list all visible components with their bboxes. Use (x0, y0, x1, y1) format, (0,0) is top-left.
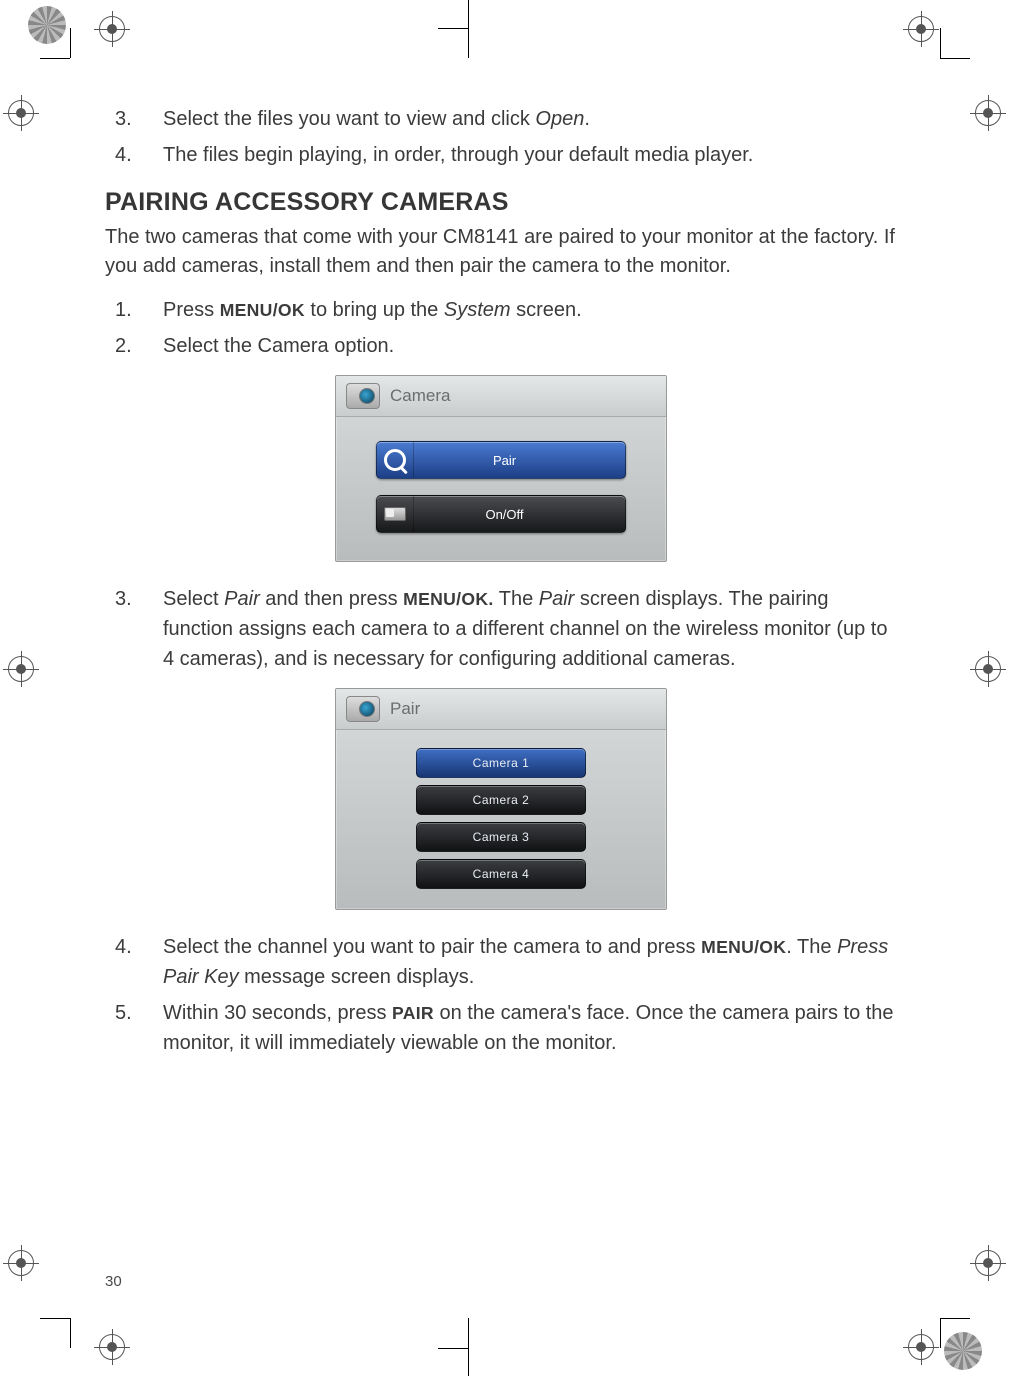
registration-mark-icon (908, 1334, 934, 1360)
screenshot-header: Camera (336, 376, 666, 417)
crop-mark (468, 1318, 469, 1376)
crop-mark (40, 58, 70, 59)
camera-list-item: Camera 4 (416, 859, 586, 889)
step-text: Select the channel you want to pair the … (163, 932, 897, 992)
step-number: 5. (105, 998, 163, 1058)
step-text: The files begin playing, in order, throu… (163, 140, 897, 170)
page-number: 30 (105, 1273, 122, 1290)
intro-paragraph: The two cameras that come with your CM81… (105, 223, 897, 281)
registration-mark-icon (8, 656, 34, 682)
step-text: Press MENU/OK to bring up the System scr… (163, 295, 897, 325)
crop-mark (70, 28, 71, 58)
pair-menu-screenshot: Pair Camera 1 Camera 2 Camera 3 Camera 4 (335, 688, 667, 910)
step-text: Select Pair and then press MENU/OK. The … (163, 584, 897, 674)
camera-icon (346, 696, 380, 722)
camera-list-item: Camera 1 (416, 748, 586, 778)
step-item: 3. Select the files you want to view and… (105, 104, 897, 134)
page-content: 3. Select the files you want to view and… (97, 60, 917, 1320)
registration-mark-icon (8, 1250, 34, 1276)
step-text: Select the files you want to view and cl… (163, 104, 897, 134)
color-bar-icon (944, 1332, 982, 1370)
crop-mark (940, 1318, 970, 1319)
crop-mark (438, 1348, 468, 1349)
step-item: 4.Select the channel you want to pair th… (105, 932, 897, 992)
crop-mark (70, 1318, 71, 1348)
step-number: 2. (105, 331, 163, 361)
camera-menu-screenshot: Camera Pair On/Off (335, 375, 667, 562)
registration-mark-icon (975, 656, 1001, 682)
crop-mark (940, 28, 941, 58)
step-item: 3.Select Pair and then press MENU/OK. Th… (105, 584, 897, 674)
step-text: Select the Camera option. (163, 331, 897, 361)
step-number: 3. (105, 104, 163, 134)
step-item: 5.Within 30 seconds, press PAIR on the c… (105, 998, 897, 1058)
step-number: 4. (105, 140, 163, 170)
screenshot-body: Pair On/Off (336, 417, 666, 561)
step-text: Within 30 seconds, press PAIR on the cam… (163, 998, 897, 1058)
screenshot-header: Pair (336, 689, 666, 730)
toggle-icon (384, 507, 406, 521)
step-number: 3. (105, 584, 163, 674)
steps-list-a: 1.Press MENU/OK to bring up the System s… (105, 295, 897, 361)
screenshot-title: Camera (390, 386, 450, 406)
registration-mark-icon (908, 16, 934, 42)
on-off-menu-button: On/Off (376, 495, 626, 533)
camera-list-item: Camera 2 (416, 785, 586, 815)
step-item: 1.Press MENU/OK to bring up the System s… (105, 295, 897, 325)
step-number: 1. (105, 295, 163, 325)
crop-mark (940, 1318, 941, 1348)
magnifier-icon (384, 449, 406, 471)
camera-list-item: Camera 3 (416, 822, 586, 852)
registration-mark-icon (99, 16, 125, 42)
menu-button-label: Pair (414, 453, 625, 468)
menu-button-label: On/Off (414, 507, 625, 522)
crop-mark (438, 28, 468, 29)
camera-icon (346, 383, 380, 409)
step-item: 2.Select the Camera option. (105, 331, 897, 361)
pair-menu-button: Pair (376, 441, 626, 479)
step-item: 4. The files begin playing, in order, th… (105, 140, 897, 170)
steps-list-b: 3.Select Pair and then press MENU/OK. Th… (105, 584, 897, 674)
section-heading: PAIRING ACCESSORY CAMERAS (105, 188, 897, 217)
screenshot-title: Pair (390, 699, 420, 719)
registration-mark-icon (99, 1334, 125, 1360)
top-steps-list: 3. Select the files you want to view and… (105, 104, 897, 170)
crop-mark (468, 0, 469, 58)
registration-mark-icon (975, 1250, 1001, 1276)
screenshot-body: Camera 1 Camera 2 Camera 3 Camera 4 (336, 730, 666, 909)
registration-mark-icon (975, 100, 1001, 126)
registration-mark-icon (8, 100, 34, 126)
step-number: 4. (105, 932, 163, 992)
crop-mark (940, 58, 970, 59)
color-bar-icon (28, 6, 66, 44)
steps-list-c: 4.Select the channel you want to pair th… (105, 932, 897, 1058)
crop-mark (40, 1318, 70, 1319)
